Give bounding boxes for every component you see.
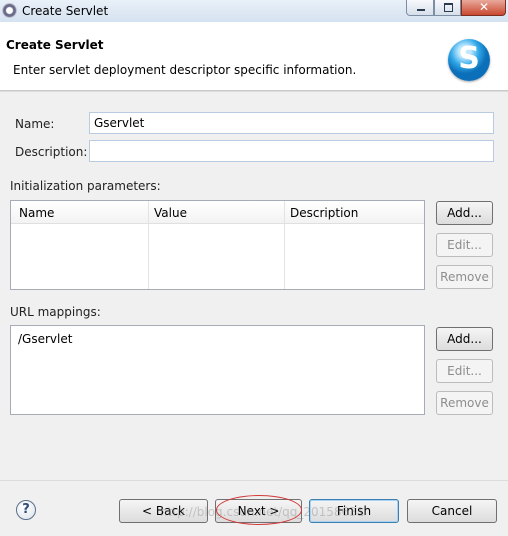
window-title: Create Servlet (22, 4, 109, 18)
maximize-button[interactable] (434, 0, 461, 16)
help-icon[interactable]: ? (16, 500, 36, 520)
url-mappings-label: URL mappings: (10, 305, 101, 319)
url-mappings-edit-button[interactable]: Edit... (436, 359, 493, 383)
init-params-table-header: Name Value Description (11, 201, 424, 224)
eclipse-app-icon (2, 3, 17, 18)
servlet-logo-icon: S (448, 39, 490, 81)
watermark: http://blog.csdn.net/qq_20158631 (160, 505, 365, 519)
column-value-header[interactable]: Value (154, 206, 187, 220)
close-button[interactable]: ✕ (461, 0, 506, 16)
name-input[interactable]: Gservlet (89, 112, 494, 134)
banner-title: Create Servlet (6, 38, 104, 52)
init-params-table[interactable]: Name Value Description (10, 200, 425, 290)
url-mappings-add-button[interactable]: Add... (436, 327, 493, 351)
list-item[interactable]: /Gservlet (18, 332, 72, 346)
url-mappings-remove-button[interactable]: Remove (436, 391, 493, 415)
cancel-button[interactable]: Cancel (407, 499, 497, 523)
column-name-header[interactable]: Name (19, 206, 54, 220)
column-divider (148, 201, 149, 289)
banner-description: Enter servlet deployment descriptor spec… (13, 63, 357, 77)
init-params-remove-button[interactable]: Remove (436, 265, 493, 289)
init-params-edit-button[interactable]: Edit... (436, 233, 493, 257)
minimize-button[interactable] (406, 0, 434, 16)
column-description-header[interactable]: Description (290, 206, 358, 220)
init-params-label: Initialization parameters: (10, 179, 161, 193)
footer-separator (0, 480, 508, 481)
description-input[interactable] (89, 140, 494, 162)
column-divider (284, 201, 285, 289)
name-label: Name: (15, 117, 55, 131)
servlet-logo-letter: S (458, 41, 480, 76)
init-params-add-button[interactable]: Add... (436, 201, 493, 225)
banner-separator (0, 91, 508, 92)
wizard-banner: Create Servlet Enter servlet deployment … (0, 22, 508, 91)
close-icon: ✕ (479, 0, 490, 14)
url-mappings-list[interactable]: /Gservlet (10, 325, 425, 415)
window-title-bar: Create Servlet ✕ (0, 0, 508, 23)
description-label: Description: (15, 145, 88, 159)
